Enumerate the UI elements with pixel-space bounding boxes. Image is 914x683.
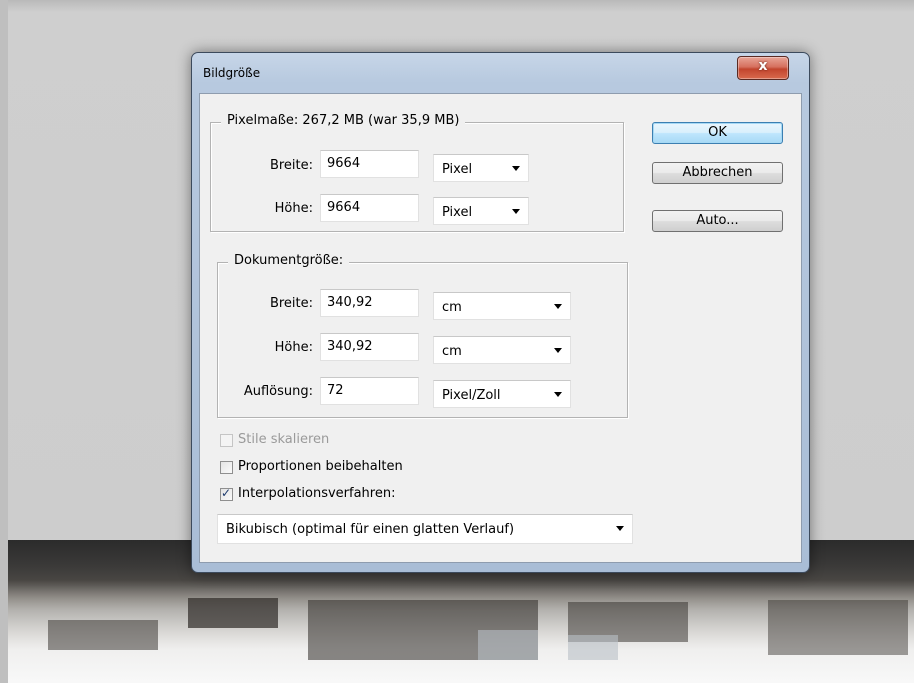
pixel-height-unit-select[interactable]: Pixel (433, 197, 529, 225)
document-height-label: Höhe: (274, 340, 313, 355)
chevron-down-icon (554, 348, 562, 353)
constrain-proportions-label[interactable]: Proportionen beibehalten (238, 459, 403, 474)
pixel-height-unit-value: Pixel (442, 205, 473, 220)
resample-label[interactable]: Interpolationsverfahren: (238, 486, 395, 501)
pixel-width-input[interactable]: 9664 (320, 150, 419, 178)
title-bar[interactable]: Bildgröße x (192, 53, 809, 93)
chevron-down-icon (512, 166, 520, 171)
document-width-unit-select[interactable]: cm (433, 292, 571, 320)
auto-button[interactable]: Auto... (652, 210, 783, 232)
pixel-height-input[interactable]: 9664 (320, 194, 419, 222)
close-button[interactable]: x (737, 56, 789, 80)
document-size-legend: Dokumentgröße: (228, 253, 350, 268)
resample-checkbox[interactable]: ✓ (220, 486, 233, 501)
chevron-down-icon (512, 209, 520, 214)
chevron-down-icon (554, 304, 562, 309)
resolution-unit-value: Pixel/Zoll (442, 388, 501, 403)
document-width-label: Breite: (269, 296, 313, 311)
pixel-width-unit-select[interactable]: Pixel (433, 154, 529, 182)
scale-styles-label: Stile skalieren (238, 432, 330, 447)
image-size-dialog: Bildgröße x Pixelmaße: 267,2 MB (war 35,… (191, 52, 810, 573)
chevron-down-icon (616, 526, 624, 531)
document-height-unit-value: cm (442, 344, 462, 359)
resolution-input[interactable]: 72 (320, 377, 419, 405)
dialog-body: Pixelmaße: 267,2 MB (war 35,9 MB) Breite… (199, 93, 802, 563)
document-height-unit-select[interactable]: cm (433, 336, 571, 364)
dialog-title: Bildgröße (203, 66, 261, 80)
pixel-width-unit-value: Pixel (442, 162, 473, 177)
resolution-unit-select[interactable]: Pixel/Zoll (433, 380, 571, 408)
resolution-label: Auflösung: (243, 384, 313, 399)
ok-button[interactable]: OK (652, 122, 783, 144)
chevron-down-icon (554, 392, 562, 397)
canvas-edge (0, 0, 8, 683)
resample-method-select[interactable]: Bikubisch (optimal für einen glatten Ver… (217, 514, 633, 544)
document-width-unit-value: cm (442, 300, 462, 315)
scale-styles-checkbox (220, 434, 233, 447)
checkmark-icon: ✓ (221, 486, 232, 500)
pixel-dimensions-legend: Pixelmaße: 267,2 MB (war 35,9 MB) (221, 113, 466, 128)
pixel-height-label: Höhe: (274, 201, 313, 216)
document-width-input[interactable]: 340,92 (320, 289, 419, 317)
document-height-input[interactable]: 340,92 (320, 333, 419, 361)
constrain-proportions-checkbox[interactable] (220, 461, 233, 474)
pixel-width-label: Breite: (269, 158, 313, 173)
close-icon: x (758, 58, 768, 74)
cancel-button[interactable]: Abbrechen (652, 162, 783, 184)
resample-method-value: Bikubisch (optimal für einen glatten Ver… (226, 522, 515, 537)
